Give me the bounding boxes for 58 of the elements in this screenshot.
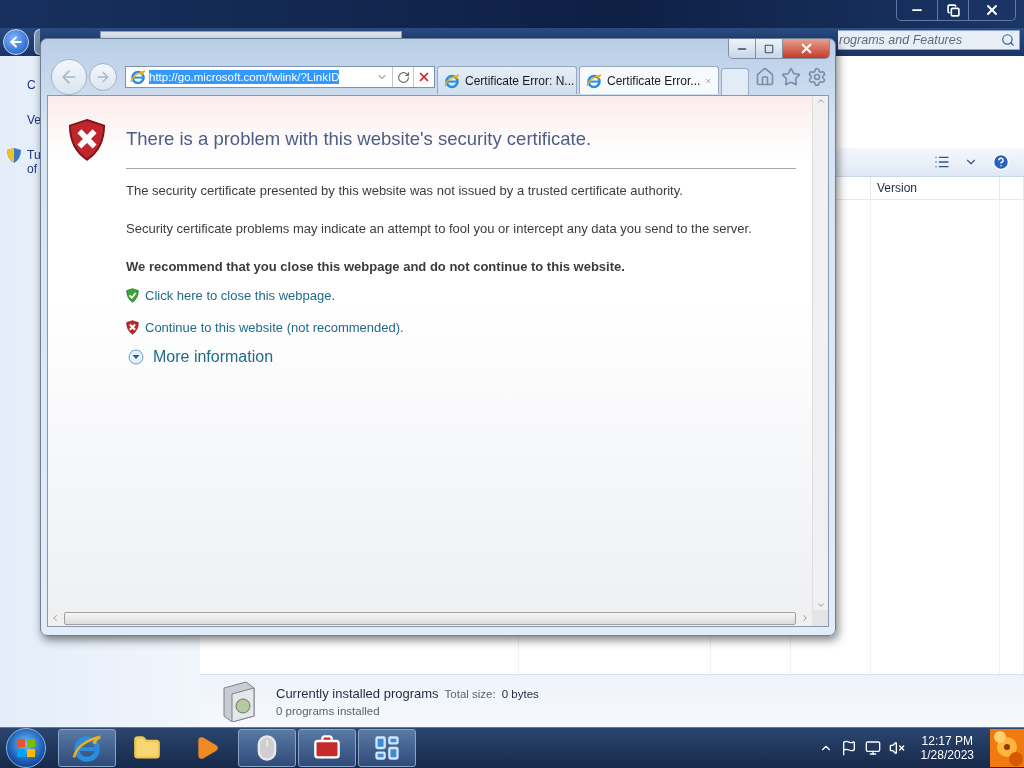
recommendation-text: We recommend that you close this webpage and do not continue to this website. (126, 259, 626, 274)
forward-button[interactable] (34, 29, 40, 55)
close-icon (984, 2, 1000, 18)
scrollbar-corner (812, 610, 828, 626)
program-count: 0 programs installed (276, 704, 381, 717)
clock[interactable]: 12:17 PM 1/28/2023 (920, 734, 974, 762)
back-button[interactable] (3, 29, 29, 55)
total-size-label: Total size: (444, 687, 496, 700)
browser-logo-icon (444, 72, 460, 89)
control-panel-icon (373, 734, 401, 762)
maximize-icon (764, 43, 774, 54)
search-field[interactable]: rograms and Features (838, 30, 1020, 50)
browser-logo-icon (130, 69, 146, 85)
browser-logo-icon (586, 72, 602, 89)
details-title: Currently installed programs (276, 685, 439, 701)
start-logo-icon (16, 738, 36, 758)
browser-tab[interactable]: Certificate Error... (579, 66, 719, 94)
software-box-icon (220, 680, 258, 722)
page-link[interactable]: Continue to this website (not recommended). (145, 320, 404, 335)
security-shield-icon (7, 148, 21, 163)
taskbar-button[interactable] (238, 729, 296, 767)
restore-icon (946, 3, 960, 17)
taskbar-button[interactable] (358, 729, 416, 767)
browser-tab[interactable]: Certificate Error: N... (437, 66, 577, 94)
refresh-icon (396, 70, 410, 84)
maximize-button[interactable] (755, 39, 782, 58)
flag-icon[interactable] (840, 740, 857, 756)
help-icon[interactable] (992, 153, 1010, 171)
volume-muted-icon[interactable] (888, 740, 905, 756)
paragraph: Security certificate problems may indicate an attempt to fool you or intercept any data you send to the server. (126, 220, 753, 238)
network-icon[interactable] (864, 740, 881, 756)
column-header[interactable]: Version (871, 177, 1000, 199)
page-heading: There is a problem with this website's security certificate. (126, 128, 796, 169)
total-size-value: 0 bytes (501, 687, 539, 700)
stop-icon (417, 70, 431, 84)
forward-arrow-icon (95, 69, 111, 85)
toolbox-icon (313, 734, 341, 762)
more-information-link[interactable]: More information (153, 348, 274, 366)
page-link[interactable]: Click here to close this webpage. (145, 288, 336, 303)
expand-icon[interactable] (128, 349, 144, 365)
folder-icon (133, 734, 161, 762)
minimize-button[interactable] (729, 39, 755, 58)
search-icon (1001, 33, 1015, 47)
task-link[interactable]: C (27, 78, 36, 92)
browser-logo-icon (72, 733, 102, 763)
error-shield-icon (68, 118, 106, 162)
taskbar-button[interactable] (298, 729, 356, 767)
paragraph: The security certificate presented by this website was not issued by a trusted certificate authority. (126, 182, 684, 200)
close-button[interactable] (782, 39, 829, 58)
taskbar-button[interactable] (58, 729, 116, 767)
task-link[interactable]: Tu of (27, 148, 41, 176)
horizontal-scrollbar[interactable] (48, 610, 812, 626)
start-button[interactable] (6, 728, 46, 768)
safe-shield-icon (126, 288, 139, 303)
task-link[interactable]: Ve (27, 113, 41, 127)
scrollbar-thumb[interactable] (64, 611, 796, 625)
warning-shield-icon (126, 320, 139, 335)
view-options-icon[interactable] (934, 154, 950, 170)
